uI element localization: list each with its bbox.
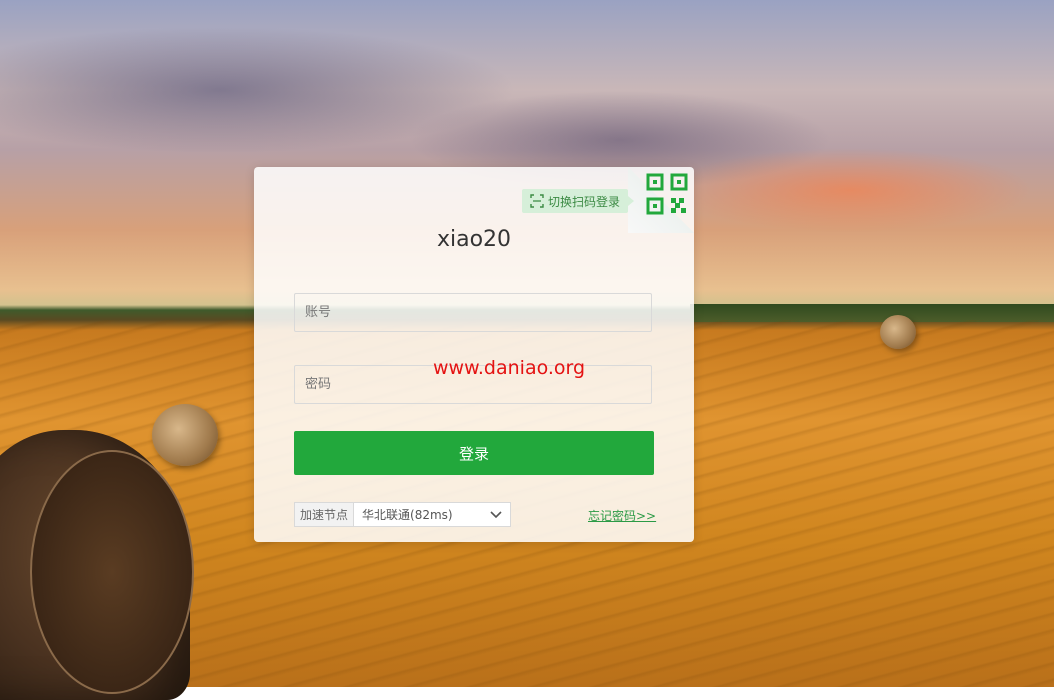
scan-login-tip[interactable]: 切换扫码登录 [522, 189, 635, 213]
chevron-down-icon [490, 510, 502, 518]
hay-bale-face [30, 450, 194, 694]
hay-bale [152, 404, 218, 466]
site-title: xiao20 [436, 227, 512, 252]
watermark-text: www.daniao.org [433, 357, 586, 379]
node-selected-value: 华北联通(82ms) [362, 508, 453, 522]
account-input[interactable] [294, 293, 652, 332]
qr-code-icon[interactable] [646, 173, 688, 215]
acceleration-node-selector[interactable]: 加速节点 华北联通(82ms) [294, 502, 512, 527]
forgot-password-link[interactable]: 忘记密码>> [588, 507, 656, 524]
login-panel: 切换扫码登录 xiao20 www.daniao.org 登录 加速节点 华北联… [254, 167, 694, 542]
scan-tip-label: 切换扫码登录 [548, 194, 621, 209]
scan-icon [530, 194, 544, 208]
node-label: 加速节点 [295, 503, 355, 526]
login-button[interactable]: 登录 [294, 431, 654, 475]
hay-bale [880, 315, 916, 349]
node-select[interactable]: 华北联通(82ms) [354, 503, 510, 526]
